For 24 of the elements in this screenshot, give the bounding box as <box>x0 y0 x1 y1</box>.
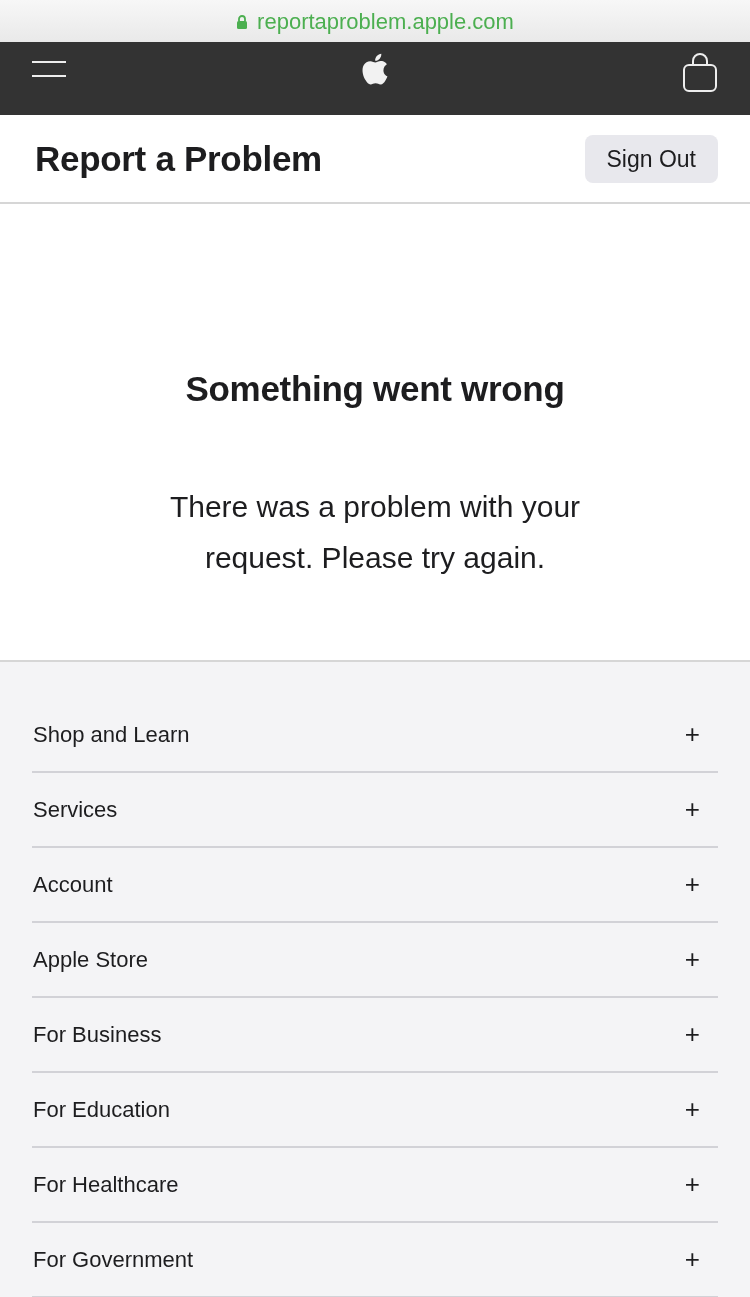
bag-icon[interactable] <box>682 52 718 93</box>
expand-toggle[interactable]: + <box>684 1094 718 1125</box>
footer-section[interactable]: Services + <box>32 773 718 848</box>
lock-icon <box>236 15 249 29</box>
footer-section[interactable]: For Business + <box>32 998 718 1073</box>
expand-toggle[interactable]: + <box>684 719 718 750</box>
sign-out-button[interactable]: Sign Out <box>584 134 718 183</box>
menu-icon[interactable] <box>32 58 66 79</box>
expand-toggle[interactable]: + <box>684 794 718 825</box>
footer-section[interactable]: Shop and Learn + <box>32 698 718 773</box>
footer-section[interactable]: For Government + <box>32 1223 718 1297</box>
page-title: Report a Problem <box>35 138 322 179</box>
url-text: reportaproblem.apple.com <box>257 9 514 35</box>
expand-toggle[interactable]: + <box>684 1019 718 1050</box>
expand-toggle[interactable]: + <box>684 944 718 975</box>
footer-section[interactable]: For Healthcare + <box>32 1148 718 1223</box>
footer-section[interactable]: Apple Store + <box>32 923 718 998</box>
expand-toggle[interactable]: + <box>684 1244 718 1275</box>
expand-toggle[interactable]: + <box>684 1169 718 1200</box>
footer-section[interactable]: Account + <box>32 848 718 923</box>
footer-section[interactable]: For Education + <box>32 1073 718 1148</box>
expand-toggle[interactable]: + <box>684 869 718 900</box>
error-message: There was a problem with your request. Please try again. <box>168 489 582 576</box>
error-title: Something went wrong <box>185 369 565 409</box>
